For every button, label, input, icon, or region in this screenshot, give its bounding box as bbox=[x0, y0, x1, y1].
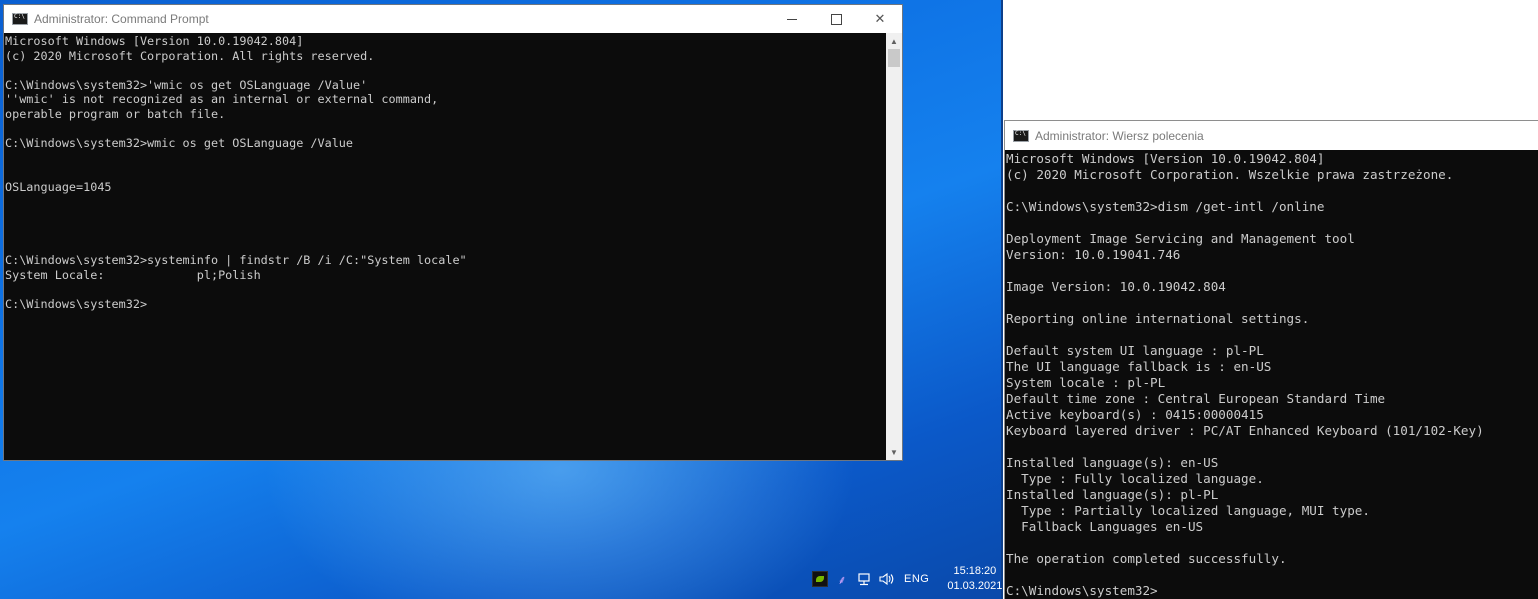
command-prompt-window[interactable]: Administrator: Command Prompt ✕ Microsof… bbox=[3, 4, 903, 461]
minimize-button[interactable] bbox=[770, 5, 814, 33]
window-title: Administrator: Wiersz polecenia bbox=[1035, 128, 1204, 143]
title-bar[interactable]: Administrator: Wiersz polecenia bbox=[1005, 121, 1538, 150]
nvidia-icon[interactable] bbox=[812, 571, 828, 587]
clock-date: 01.03.2021 bbox=[947, 580, 1003, 592]
desktop-edge bbox=[1001, 0, 1003, 599]
close-button[interactable]: ✕ bbox=[858, 5, 902, 33]
volume-icon[interactable] bbox=[878, 571, 894, 587]
title-bar[interactable]: Administrator: Command Prompt ✕ bbox=[4, 5, 902, 33]
window-controls: ✕ bbox=[770, 5, 902, 33]
system-tray: ⸙ ENG 15:18:20 01.03.2021 bbox=[812, 563, 1002, 595]
window-title: Administrator: Command Prompt bbox=[34, 12, 209, 26]
wiersz-polecenia-window[interactable]: Administrator: Wiersz polecenia Microsof… bbox=[1004, 120, 1538, 599]
console-output[interactable]: Microsoft Windows [Version 10.0.19042.80… bbox=[1005, 150, 1538, 599]
minimize-icon bbox=[787, 18, 797, 20]
cmd-icon[interactable] bbox=[1013, 129, 1029, 142]
scroll-up-arrow-icon[interactable]: ▲ bbox=[886, 33, 902, 49]
taskbar-clock[interactable]: 15:18:20 01.03.2021 bbox=[947, 564, 1002, 594]
scroll-down-arrow-icon[interactable]: ▼ bbox=[886, 444, 902, 460]
clock-time: 15:18:20 bbox=[953, 565, 997, 577]
scroll-thumb[interactable] bbox=[888, 49, 900, 67]
feather-icon[interactable]: ⸙ bbox=[834, 571, 850, 587]
console-output[interactable]: Microsoft Windows [Version 10.0.19042.80… bbox=[4, 33, 886, 460]
network-icon[interactable] bbox=[856, 571, 872, 587]
cmd-icon[interactable] bbox=[12, 13, 28, 25]
input-language-indicator[interactable]: ENG bbox=[904, 573, 929, 585]
vertical-scrollbar[interactable]: ▲ ▼ bbox=[886, 33, 902, 460]
maximize-icon bbox=[830, 13, 842, 25]
close-icon: ✕ bbox=[874, 11, 886, 27]
maximize-button[interactable] bbox=[814, 5, 858, 33]
